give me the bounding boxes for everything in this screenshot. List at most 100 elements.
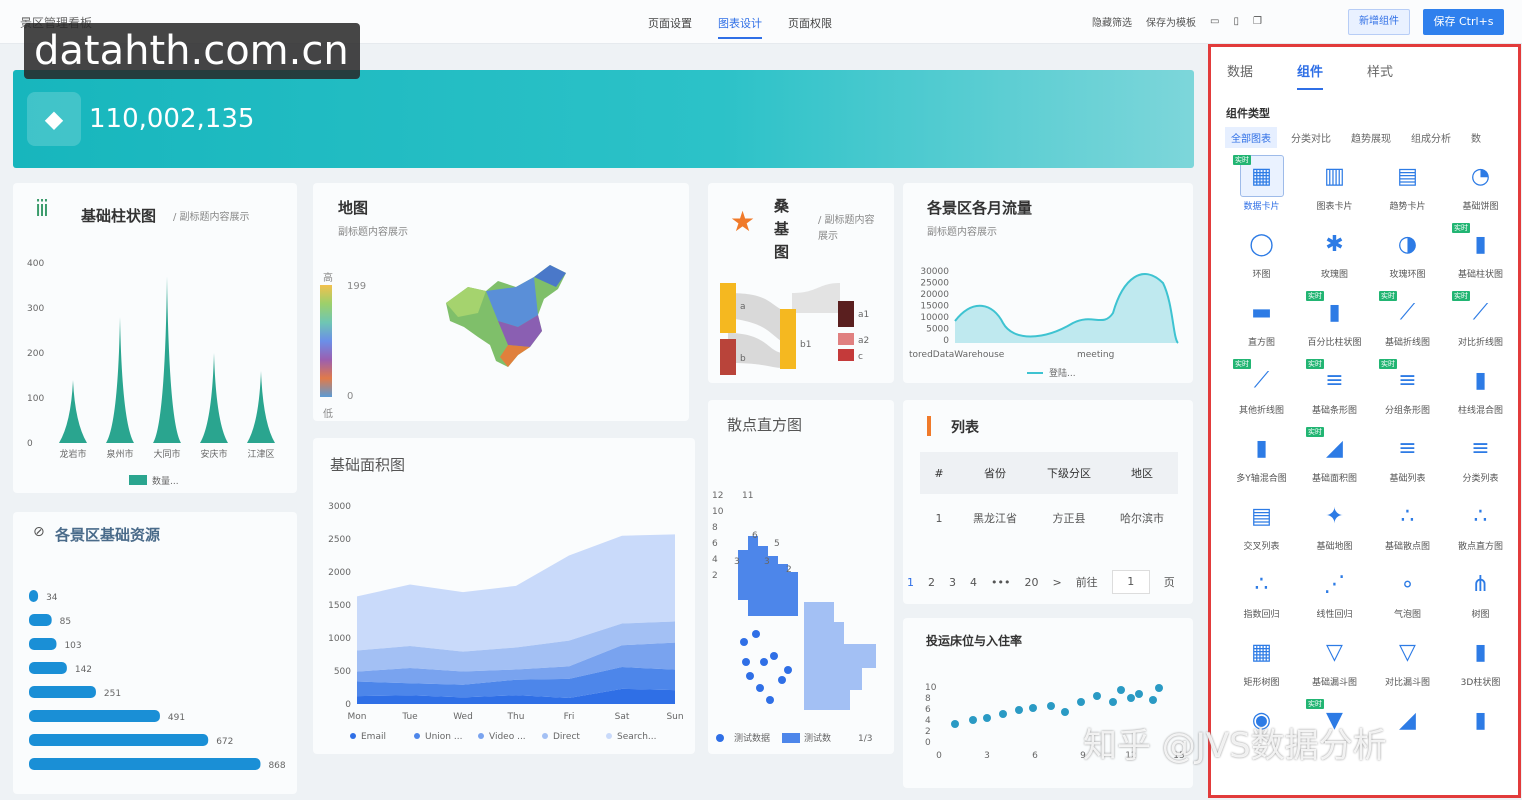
component-label: 基础漏斗图 — [1311, 678, 1357, 688]
save-button[interactable]: 保存 Ctrl+s — [1423, 9, 1504, 35]
legend-swatch — [129, 475, 147, 485]
component-item[interactable]: ◢ 实时 基础面积图 — [1298, 425, 1371, 493]
bar-chart-card[interactable]: ⅲ 基础柱状图 / 副标题内容展示 0 100 200 300 400 龙岩市 泉州市 大同市… — [13, 183, 297, 493]
component-label: 多Y轴混合图 — [1236, 474, 1287, 484]
next-page-icon[interactable]: > — [1052, 576, 1061, 589]
kpi-banner[interactable]: ◆ 110,002,135 — [13, 70, 1194, 168]
page-2[interactable]: 2 — [928, 576, 935, 589]
component-item[interactable]: ▮ 实时 百分比柱状图 — [1298, 289, 1371, 357]
page-4[interactable]: 4 — [970, 576, 977, 589]
bar — [29, 638, 57, 650]
component-item[interactable]: ▮ 柱线混合图 — [1444, 357, 1517, 425]
realtime-badge: 实时 — [1452, 223, 1470, 233]
component-item[interactable]: ∴ 指数回归 — [1225, 561, 1298, 629]
tab-page-permission[interactable]: 页面权限 — [788, 15, 832, 39]
china-map[interactable] — [438, 265, 578, 375]
component-item[interactable]: ▮ — [1444, 697, 1517, 765]
mobile-icon[interactable]: ▯ — [1233, 16, 1239, 27]
tab-data[interactable]: 数据 — [1227, 61, 1253, 90]
flow-card[interactable]: 各景区各月流量 副标题内容展示 0 5000 10000 15000 20000 2500… — [903, 183, 1193, 383]
legend-label: 测试数据 — [734, 732, 770, 744]
filter-compare[interactable]: 分类对比 — [1285, 127, 1337, 148]
bamboo-icon: ⅲ — [35, 197, 50, 222]
add-component-button[interactable]: 新增组件 — [1348, 9, 1410, 35]
data-label: 3 — [734, 557, 740, 567]
data-label: 868 — [268, 761, 285, 771]
component-item[interactable]: ⟋ 实时 基础折线图 — [1371, 289, 1444, 357]
component-item[interactable]: ≡ 分类列表 — [1444, 425, 1517, 493]
save-template-button[interactable]: 保存为模板 — [1146, 14, 1196, 29]
tab-page-settings[interactable]: 页面设置 — [648, 15, 692, 39]
component-label: 基础面积图 — [1311, 474, 1357, 484]
page-20[interactable]: 20 — [1024, 576, 1038, 589]
page-3[interactable]: 3 — [949, 576, 956, 589]
component-item[interactable]: ⋔ 树图 — [1444, 561, 1517, 629]
filter-all[interactable]: 全部图表 — [1225, 127, 1277, 148]
scatter-histogram-card[interactable]: 散点直方图 12 10 8 6 4 2 11 6 3 3 5 2 测试数据 测试数 1/3 — [708, 400, 894, 754]
page-input[interactable]: 1 — [1111, 570, 1150, 594]
card-title: 桑基图 — [774, 197, 790, 261]
component-item[interactable]: ✱ 玫瑰图 — [1298, 221, 1371, 289]
x-tick-label: 江津区 — [247, 449, 274, 460]
area-chart-card[interactable]: 基础面积图 0 500 1000 1500 2000 2500 3000 Mon Tue Wed T… — [313, 438, 695, 754]
component-item[interactable]: ⟋ 实时 对比折线图 — [1444, 289, 1517, 357]
component-item[interactable]: ▮ 实时 基础柱状图 — [1444, 221, 1517, 289]
scatter-point — [1077, 698, 1085, 706]
component-item[interactable]: ▦ 矩形树图 — [1225, 629, 1298, 697]
component-item[interactable]: ◑ 玫瑰环图 — [1371, 221, 1444, 289]
tab-components[interactable]: 组件 — [1297, 61, 1324, 90]
visual-map-gradient[interactable] — [320, 285, 332, 397]
copy-icon[interactable]: ❐ — [1253, 16, 1262, 27]
component-label: 分类列表 — [1462, 474, 1499, 484]
tab-style[interactable]: 样式 — [1367, 61, 1393, 90]
desktop-icon[interactable]: ▭ — [1210, 16, 1219, 27]
flow-line-chart: 05000 1000015000 2000025000 30000 toredDataW… — [909, 267, 1179, 379]
page-1[interactable]: 1 — [907, 576, 914, 589]
component-item[interactable]: ⟋ 实时 其他折线图 — [1225, 357, 1298, 425]
resource-card[interactable]: ⊘ 各景区基础资源 34 85 103 142 251 491 672 868 — [13, 512, 297, 794]
component-item[interactable]: ▤ 交叉列表 — [1225, 493, 1298, 561]
component-item[interactable]: ◯ 环图 — [1225, 221, 1298, 289]
component-item[interactable]: ▦ 实时 数据卡片 — [1225, 153, 1298, 221]
data-label: 142 — [75, 665, 92, 675]
component-item[interactable]: ∴ 散点直方图 — [1444, 493, 1517, 561]
x-tick-label: 0 — [936, 751, 942, 761]
component-item[interactable]: ▬ 直方图 — [1225, 289, 1298, 357]
component-item[interactable]: ∘ 气泡图 — [1371, 561, 1444, 629]
sankey-card[interactable]: ★ 桑基图 / 副标题内容展示 a b b1 a1 a2 c — [708, 183, 894, 383]
y-tick-label: 0 — [943, 336, 949, 346]
realtime-badge: 实时 — [1379, 291, 1397, 301]
component-item[interactable]: ≡ 实时 分组条形图 — [1371, 357, 1444, 425]
hide-filter-button[interactable]: 隐藏筛选 — [1092, 14, 1132, 29]
bar — [29, 686, 96, 698]
filter-more[interactable]: 数 — [1465, 127, 1487, 148]
component-item[interactable]: ▽ 基础漏斗图 — [1298, 629, 1371, 697]
sankey-node — [720, 283, 736, 333]
component-item[interactable]: ≡ 实时 基础条形图 — [1298, 357, 1371, 425]
table-row[interactable]: 1 黑龙江省 方正县 哈尔滨市 — [920, 498, 1178, 538]
y-tick-label: 0 — [925, 738, 931, 748]
filter-composition[interactable]: 组成分析 — [1405, 127, 1457, 148]
area-chart: 0 500 1000 1500 2000 2500 3000 Mon Tue Wed Thu Fri S… — [328, 502, 683, 742]
component-item[interactable]: ≡ 基础列表 — [1371, 425, 1444, 493]
page-ellipsis[interactable]: ••• — [991, 576, 1010, 589]
component-item[interactable]: ⋰ 线性回归 — [1298, 561, 1371, 629]
x-tick-label: Tue — [401, 712, 418, 722]
scatter-point — [1015, 706, 1023, 714]
node-label: b1 — [800, 340, 811, 350]
component-item[interactable]: ✦ 基础地图 — [1298, 493, 1371, 561]
component-item[interactable]: ◔ 基础饼图 — [1444, 153, 1517, 221]
component-item[interactable]: ∴ 基础散点图 — [1371, 493, 1444, 561]
component-item[interactable]: ▮ 多Y轴混合图 — [1225, 425, 1298, 493]
sankey-link — [792, 283, 840, 313]
component-item[interactable]: ▥ 图表卡片 — [1298, 153, 1371, 221]
list-card[interactable]: 列表 # 省份 下级分区 地区 1 黑龙江省 方正县 哈尔滨市 1 2 3 4 … — [903, 400, 1193, 604]
component-label: 玫瑰图 — [1320, 270, 1348, 280]
component-item[interactable]: ▽ 对比漏斗图 — [1371, 629, 1444, 697]
tab-chart-design[interactable]: 图表设计 — [718, 15, 762, 39]
x-tick-label: 6 — [1032, 751, 1038, 761]
component-item[interactable]: ▤ 趋势卡片 — [1371, 153, 1444, 221]
component-item[interactable]: ▮ 3D柱状图 — [1444, 629, 1517, 697]
filter-trend[interactable]: 趋势展现 — [1345, 127, 1397, 148]
map-card[interactable]: 地图 副标题内容展示 高 199 0 低 — [313, 183, 689, 421]
